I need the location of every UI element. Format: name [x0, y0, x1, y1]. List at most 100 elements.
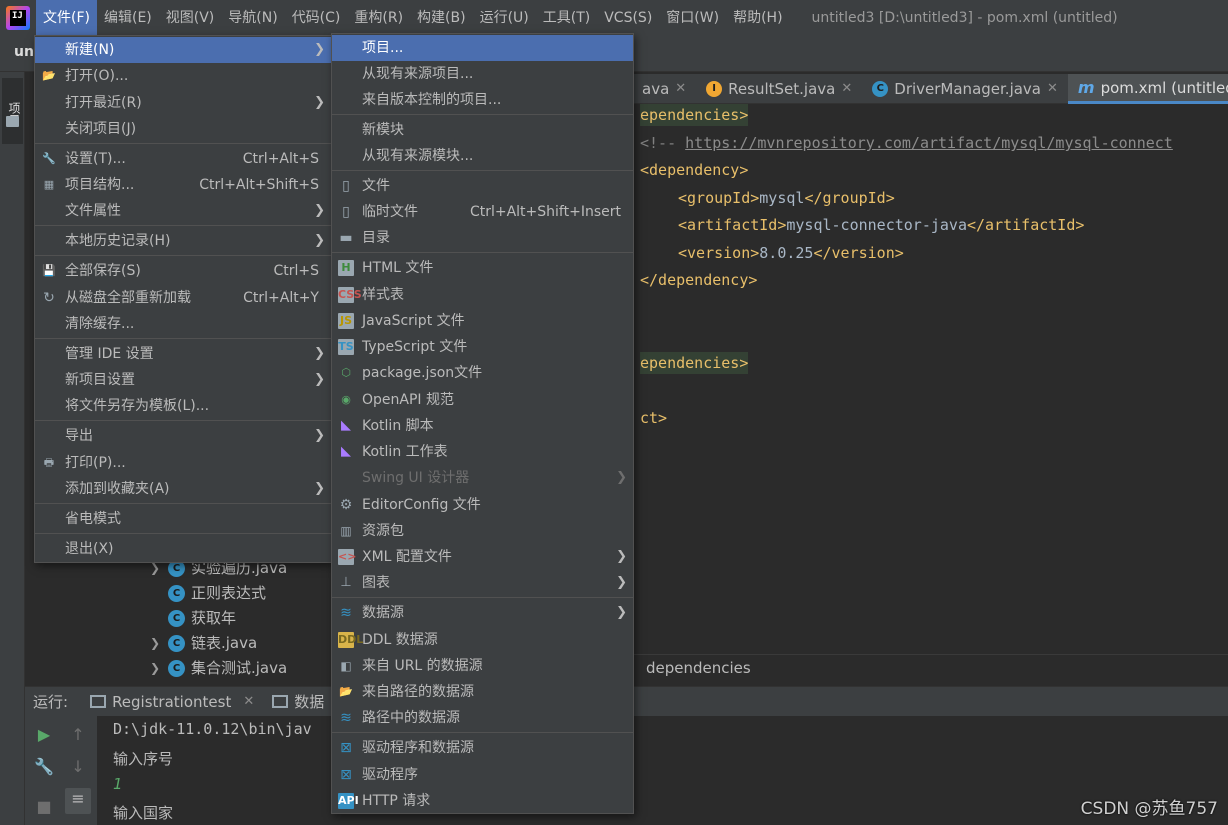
class-icon: C: [168, 660, 185, 677]
gear-icon: ⚙: [339, 497, 353, 513]
menu-item-html-file[interactable]: H HTML 文件: [332, 255, 633, 281]
menu-item-manage-ide-settings[interactable]: 管理 IDE 设置 ❯: [35, 341, 331, 367]
menu-item-kotlin-script[interactable]: ◣ Kotlin 脚本: [332, 413, 633, 439]
menu-item-invalidate-caches[interactable]: 清除缓存...: [35, 311, 331, 337]
tree-item[interactable]: ❯ C 集合测试.java: [150, 656, 287, 681]
menu-item-url-datasource[interactable]: ◧ 来自 URL 的数据源: [332, 653, 633, 679]
tree-item[interactable]: C 获取年: [150, 606, 236, 631]
code-editor[interactable]: ependencies> <!-- https://mvnrepository.…: [632, 104, 1228, 654]
menu-item-close-project[interactable]: 关闭项目(J): [35, 116, 331, 142]
chevron-right-icon: ❯: [616, 470, 627, 485]
menu-item-stylesheet[interactable]: CSS 样式表: [332, 282, 633, 308]
menu-item-open-recent[interactable]: 打开最近(R) ❯: [35, 90, 331, 116]
tree-item[interactable]: C 正则表达式: [150, 581, 266, 606]
menu-item-new-module[interactable]: 新模块: [332, 117, 633, 143]
ddl-icon: DDL: [338, 632, 364, 648]
breadcrumb[interactable]: dependencies: [632, 654, 1228, 682]
close-icon[interactable]: ✕: [243, 694, 254, 709]
chevron-right-icon: ❯: [314, 233, 325, 248]
menu-item-http-request[interactable]: API HTTP 请求: [332, 788, 633, 814]
menu-item-scratch-file[interactable]: ▯ 临时文件 Ctrl+Alt+Shift+Insert: [332, 199, 633, 225]
html-file-icon: H: [338, 260, 354, 276]
run-tab-registration[interactable]: Registrationtest ✕: [90, 693, 254, 711]
close-icon[interactable]: ✕: [841, 74, 852, 104]
menu-item-exit[interactable]: 退出(X): [35, 536, 331, 562]
menu-window[interactable]: 窗口(W): [659, 0, 726, 36]
tab-resultset[interactable]: I ResultSet.java ✕: [696, 74, 862, 104]
menu-item-typescript-file[interactable]: TS TypeScript 文件: [332, 334, 633, 360]
menu-run[interactable]: 运行(U): [473, 0, 536, 36]
reload-icon: ↻: [43, 290, 55, 306]
wrench-icon[interactable]: 🔧: [33, 756, 55, 778]
menu-item-driver[interactable]: ⊠ 驱动程序: [332, 762, 633, 788]
menu-item-project-from-vcs[interactable]: 来自版本控制的项目...: [332, 87, 633, 113]
tree-item[interactable]: ❯ C 链表.java: [150, 631, 257, 656]
tab-partial[interactable]: ava ✕: [632, 74, 696, 104]
menu-item-save-as-template[interactable]: 将文件另存为模板(L)...: [35, 393, 331, 419]
menu-vcs[interactable]: VCS(S): [597, 0, 659, 36]
menu-item-power-save[interactable]: 省电模式: [35, 506, 331, 532]
code-line: ependencies>: [640, 104, 749, 126]
chevron-right-icon: ❯: [150, 636, 161, 650]
menu-item-print[interactable]: 🖶 打印(P)...: [35, 450, 331, 476]
chevron-right-icon: ❯: [314, 95, 325, 110]
menu-item-directory[interactable]: ▬ 目录: [332, 225, 633, 251]
soft-wrap-icon[interactable]: ≡: [65, 788, 91, 814]
menu-item-diagram[interactable]: ⊥ 图表 ❯: [332, 570, 633, 596]
close-icon[interactable]: ✕: [1047, 74, 1058, 104]
menu-item-new-project-settings[interactable]: 新项目设置 ❯: [35, 367, 331, 393]
menu-item-project-structure[interactable]: ▦ 项目结构... Ctrl+Alt+Shift+S: [35, 172, 331, 198]
menu-item-add-to-favorites[interactable]: 添加到收藏夹(A) ❯: [35, 476, 331, 502]
menu-edit[interactable]: 编辑(E): [97, 0, 159, 36]
menu-code[interactable]: 代码(C): [285, 0, 348, 36]
menu-item-package-json[interactable]: ⬡ package.json文件: [332, 360, 633, 386]
menu-item-driver-and-datasource[interactable]: ⊠ 驱动程序和数据源: [332, 735, 633, 761]
menu-item-javascript-file[interactable]: JS JavaScript 文件: [332, 308, 633, 334]
tree-item-label: 集合测试.java: [191, 659, 288, 677]
menu-refactor[interactable]: 重构(R): [347, 0, 410, 36]
menu-item-editorconfig[interactable]: ⚙ EditorConfig 文件: [332, 492, 633, 518]
menu-item-datasource-in-path[interactable]: ≋ 路径中的数据源: [332, 705, 633, 731]
menu-item-ddl-datasource[interactable]: DDL DDL 数据源: [332, 627, 633, 653]
menu-tools[interactable]: 工具(T): [536, 0, 597, 36]
menu-item-file-properties[interactable]: 文件属性 ❯: [35, 198, 331, 224]
project-tool-tab[interactable]: 项目: [2, 78, 23, 144]
menu-build[interactable]: 构建(B): [410, 0, 473, 36]
menu-navigate[interactable]: 导航(N): [221, 0, 284, 36]
menu-item-module-from-existing[interactable]: 从现有来源模块...: [332, 143, 633, 169]
menu-item-local-history[interactable]: 本地历史记录(H) ❯: [35, 228, 331, 254]
menu-item-project-from-existing[interactable]: 从现有来源项目...: [332, 61, 633, 87]
menu-item-settings[interactable]: 🔧 设置(T)... Ctrl+Alt+S: [35, 146, 331, 172]
close-icon[interactable]: ✕: [675, 74, 686, 104]
menu-help[interactable]: 帮助(H): [726, 0, 789, 36]
arrow-up-icon[interactable]: ↑: [67, 724, 89, 746]
stop-icon[interactable]: ■: [33, 796, 55, 818]
menu-item-kotlin-worksheet[interactable]: ◣ Kotlin 工作表: [332, 439, 633, 465]
menu-item-file[interactable]: ▯ 文件: [332, 173, 633, 199]
menu-item-path-datasource[interactable]: 📂 来自路径的数据源: [332, 679, 633, 705]
menu-item-save-all[interactable]: 💾 全部保存(S) Ctrl+S: [35, 258, 331, 284]
run-tab-data[interactable]: 数据: [272, 691, 324, 712]
menu-item-datasource[interactable]: ≋ 数据源 ❯: [332, 600, 633, 626]
save-icon: 💾: [42, 264, 56, 277]
chevron-right-icon: ❯: [314, 372, 325, 387]
code-line: ct>: [640, 409, 668, 427]
menu-item-resource-bundle[interactable]: ▥ 资源包: [332, 518, 633, 544]
menu-file[interactable]: 文件(F): [36, 0, 97, 36]
menu-item-xml-config[interactable]: <> XML 配置文件 ❯: [332, 544, 633, 570]
menu-view[interactable]: 视图(V): [159, 0, 222, 36]
menu-item-new-project[interactable]: 项目...: [332, 35, 633, 61]
run-icon[interactable]: ▶: [33, 724, 55, 746]
run-console[interactable]: D:\jdk-11.0.12\bin\jav 输入序号 1 输入国家: [97, 716, 333, 825]
tab-drivermanager[interactable]: C DriverManager.java ✕: [862, 74, 1068, 104]
console-line: D:\jdk-11.0.12\bin\jav: [113, 720, 312, 738]
menu-item-openapi[interactable]: ◉ OpenAPI 规范: [332, 387, 633, 413]
menu-item-reload[interactable]: ↻ 从磁盘全部重新加载 Ctrl+Alt+Y: [35, 285, 331, 311]
menu-item-open[interactable]: 📂 打开(O)...: [35, 63, 331, 89]
class-icon: C: [168, 610, 185, 627]
menu-item-new[interactable]: 新建(N) ❯: [35, 37, 331, 63]
arrow-down-icon[interactable]: ↓: [67, 756, 89, 778]
folder-open-icon: 📂: [339, 685, 353, 698]
tab-pom[interactable]: m pom.xml (untitled): [1067, 74, 1228, 104]
menu-item-export[interactable]: 导出 ❯: [35, 423, 331, 449]
